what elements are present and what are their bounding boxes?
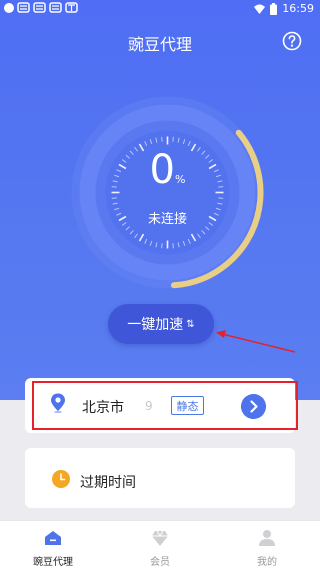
app-notification-icon xyxy=(49,2,62,13)
gauge-unit: % xyxy=(175,173,186,186)
tab-home-label: 豌豆代理 xyxy=(33,557,73,568)
gauge-tick xyxy=(172,136,174,142)
app-notification-icon xyxy=(17,2,30,13)
expire-time-label: 过期时间 xyxy=(80,475,136,491)
app-notification-icon xyxy=(33,2,46,13)
tab-home[interactable]: 豌豆代理 xyxy=(0,521,106,568)
swap-arrows-icon: ⇅ xyxy=(186,318,195,330)
annotation-highlight-box xyxy=(32,381,298,430)
status-time: 16:59 xyxy=(282,2,314,15)
question-circle-icon[interactable] xyxy=(282,31,302,51)
one-click-boost-button[interactable]: 一键加速 ⇅ xyxy=(108,304,214,344)
user-icon xyxy=(259,530,275,546)
tab-profile[interactable]: 我的 xyxy=(214,521,320,568)
battery-icon xyxy=(270,2,278,15)
tab-membership[interactable]: 会员 xyxy=(107,521,213,568)
boost-button-label: 一键加速 xyxy=(127,317,184,333)
connection-gauge: 0% 未连接 xyxy=(70,95,265,290)
gauge-tick xyxy=(172,243,174,249)
page-title: 豌豆代理 xyxy=(127,35,192,54)
gauge-tick xyxy=(218,197,224,199)
status-bar-notifications xyxy=(4,2,78,13)
gauge-readout: 0% xyxy=(70,147,265,193)
home-icon xyxy=(45,531,61,545)
status-bar: 16:59 xyxy=(0,0,320,18)
gauge-tick xyxy=(111,197,117,199)
wifi-icon xyxy=(254,4,266,14)
clock-icon xyxy=(52,470,70,488)
gauge-tick xyxy=(161,243,163,249)
gauge-tick xyxy=(161,136,163,142)
tab-membership-label: 会员 xyxy=(150,557,170,568)
notification-dot-icon xyxy=(4,2,14,13)
app-notification-icon xyxy=(65,2,78,13)
connection-status: 未连接 xyxy=(147,212,187,227)
bottom-tab-bar: 豌豆代理 会员 我的 xyxy=(0,520,320,568)
tab-profile-label: 我的 xyxy=(257,557,277,568)
gauge-value: 0 xyxy=(149,147,175,193)
diamond-icon xyxy=(152,530,168,546)
